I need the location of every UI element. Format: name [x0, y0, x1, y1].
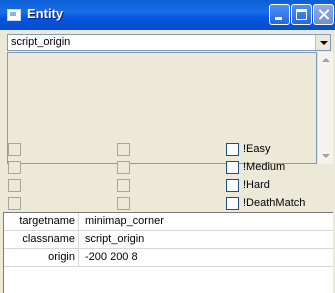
class-dropdown[interactable]: script_origin — [7, 34, 331, 51]
spawnflag-label-medium: !Medium — [243, 161, 286, 173]
keyvalue-key: classname — [4, 231, 79, 249]
scroll-up-icon[interactable] — [318, 52, 333, 68]
title-bar[interactable]: Entity — [0, 0, 335, 30]
spawnflag-checkbox-3 — [8, 179, 21, 192]
entity-panel: script_origin !Easy !Medium !Hard !Death… — [0, 30, 335, 293]
close-button[interactable] — [313, 4, 334, 25]
keyvalue-value: script_origin — [79, 231, 333, 249]
class-dropdown-value: script_origin — [11, 36, 71, 48]
keyvalue-value: -200 200 8 — [79, 249, 333, 267]
spawnflag-checkbox-2 — [8, 161, 21, 174]
description-scrollbar[interactable] — [317, 52, 333, 164]
chevron-down-icon — [320, 41, 328, 45]
maximize-icon — [296, 9, 307, 20]
spawnflag-label-deathmatch: !DeathMatch — [243, 197, 306, 209]
scroll-down-icon[interactable] — [318, 148, 333, 164]
window-icon — [7, 9, 21, 21]
minimize-icon — [275, 17, 282, 20]
dropdown-arrow-button[interactable] — [315, 35, 330, 50]
keyvalue-key: targetname — [4, 213, 79, 231]
keyvalue-row[interactable]: origin -200 200 8 — [4, 249, 333, 267]
spawnflag-checkbox-deathmatch[interactable] — [226, 197, 239, 210]
spawnflag-checkbox-4 — [8, 197, 21, 210]
keyvalue-list[interactable]: targetname minimap_corner classname scri… — [3, 212, 333, 293]
spawnflag-checkbox-hard[interactable] — [226, 179, 239, 192]
keyvalue-row[interactable]: classname script_origin — [4, 231, 333, 249]
spawnflag-checkbox-7 — [117, 179, 130, 192]
keyvalue-key: origin — [4, 249, 79, 267]
spawnflag-checkbox-8 — [117, 197, 130, 210]
spawnflag-checkbox-1 — [8, 143, 21, 156]
minimize-button[interactable] — [269, 4, 290, 25]
window-title: Entity — [27, 6, 64, 21]
spawnflag-checkbox-5 — [117, 143, 130, 156]
spawnflag-checkbox-easy[interactable] — [226, 143, 239, 156]
spawnflag-label-easy: !Easy — [243, 143, 271, 155]
spawnflag-label-hard: !Hard — [243, 179, 270, 191]
keyvalue-row[interactable]: targetname minimap_corner — [4, 213, 333, 231]
maximize-button[interactable] — [291, 4, 312, 25]
spawnflag-checkbox-medium[interactable] — [226, 161, 239, 174]
keyvalue-value: minimap_corner — [79, 213, 333, 231]
spawnflag-checkbox-6 — [117, 161, 130, 174]
close-icon — [314, 5, 333, 24]
